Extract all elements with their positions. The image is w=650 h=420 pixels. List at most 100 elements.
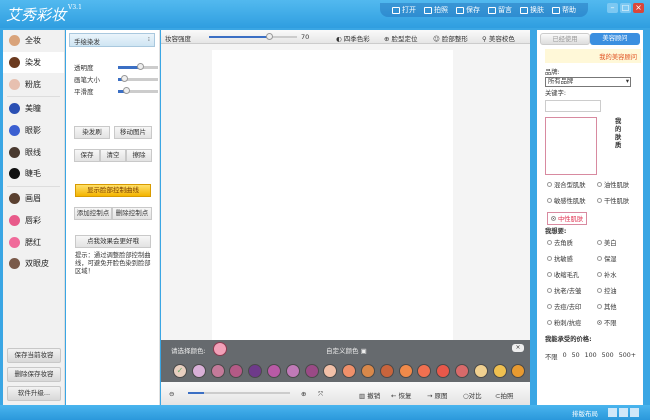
- fit-icon[interactable]: ⤧: [318, 390, 323, 399]
- zoom-in-icon[interactable]: ⊕: [301, 390, 306, 398]
- color-swatch[interactable]: [455, 364, 469, 378]
- nav-item[interactable]: 眼线: [3, 141, 64, 163]
- nav-button[interactable]: 删除保存妆容: [7, 367, 61, 382]
- move-image-button[interactable]: 移动图片: [114, 126, 152, 139]
- color-swatch[interactable]: [191, 364, 206, 378]
- nav-item[interactable]: 全妆: [3, 30, 64, 52]
- color-swatch[interactable]: [417, 364, 432, 378]
- color-swatch[interactable]: [210, 364, 225, 378]
- slider-handle[interactable]: [121, 75, 128, 82]
- color-swatch[interactable]: [492, 364, 507, 378]
- price-option[interactable]: 500+: [619, 352, 636, 361]
- brand-select[interactable]: 所有品牌 ▾: [545, 77, 631, 87]
- photo-button[interactable]: ⊂拍照: [495, 390, 513, 400]
- color-swatch[interactable]: [267, 364, 281, 378]
- skin-radio[interactable]: 中性肌肤: [547, 212, 588, 225]
- toolbar-open[interactable]: 打开: [392, 5, 416, 15]
- skin-radio[interactable]: 油性肌肤: [597, 180, 629, 189]
- hair-brush-button[interactable]: 染发刷: [74, 126, 110, 139]
- need-radio[interactable]: 去角质: [547, 238, 573, 247]
- need-radio[interactable]: 去痘/去印: [547, 302, 581, 311]
- color-swatch[interactable]: [285, 364, 300, 378]
- color-swatch[interactable]: [379, 364, 394, 378]
- layout-icon[interactable]: [630, 408, 639, 417]
- price-option[interactable]: 50: [572, 352, 580, 361]
- minimize-button[interactable]: –: [607, 3, 618, 13]
- nav-item[interactable]: 唇彩: [3, 210, 64, 232]
- custom-color-button[interactable]: 自定义颜色 ▣: [326, 345, 367, 355]
- delete-point-button[interactable]: 删除控制点: [112, 207, 152, 220]
- strength-slider[interactable]: [209, 33, 297, 40]
- need-radio[interactable]: 收缩毛孔: [547, 270, 579, 279]
- photo-canvas[interactable]: [212, 50, 453, 340]
- color-swatch[interactable]: [473, 364, 488, 378]
- zoom-slider[interactable]: [188, 392, 290, 394]
- nav-item[interactable]: 染发: [3, 51, 64, 74]
- color-swatch[interactable]: [342, 364, 357, 378]
- need-radio[interactable]: 其他: [597, 302, 617, 311]
- slider[interactable]: [118, 75, 158, 82]
- nav-item[interactable]: 美瞳: [3, 98, 64, 120]
- nav-button[interactable]: 软件升级...: [7, 386, 61, 401]
- zoom-out-icon[interactable]: ⊖: [169, 390, 174, 398]
- layout-icon[interactable]: [619, 408, 628, 417]
- color-swatch[interactable]: [229, 364, 244, 378]
- slider-handle[interactable]: [137, 63, 144, 70]
- nav-item[interactable]: 睫毛: [3, 163, 64, 185]
- need-radio[interactable]: 抗老/去皱: [547, 286, 581, 295]
- color-swatch[interactable]: [511, 364, 526, 378]
- click-effect-button[interactable]: 点我效果会更好哦: [75, 235, 151, 248]
- nav-item[interactable]: 画眉: [3, 188, 64, 210]
- toolbar-camera[interactable]: 拍照: [424, 5, 448, 15]
- save-button[interactable]: 保存: [74, 149, 100, 162]
- slider-handle[interactable]: [123, 87, 130, 94]
- layout-label[interactable]: 排版布局: [572, 408, 598, 418]
- color-swatch[interactable]: [436, 364, 451, 378]
- nav-item[interactable]: 眼影: [3, 120, 64, 142]
- price-option[interactable]: 100: [585, 352, 597, 361]
- toolbar-message[interactable]: 留言: [488, 5, 512, 15]
- slider[interactable]: [118, 87, 158, 94]
- price-option[interactable]: 0: [563, 352, 567, 361]
- compare-button[interactable]: ○对比: [463, 390, 482, 400]
- nav-item[interactable]: 粉底: [3, 73, 64, 95]
- price-option[interactable]: 不限: [545, 352, 558, 361]
- need-radio[interactable]: 保湿: [597, 254, 617, 263]
- layout-icon[interactable]: [608, 408, 617, 417]
- nav-button[interactable]: 保存当前妆容: [7, 348, 61, 363]
- color-swatch[interactable]: [304, 364, 319, 378]
- toolbar-help[interactable]: 帮助: [552, 5, 576, 15]
- show-face-curve-button[interactable]: 显示脸部控制曲线: [75, 184, 151, 197]
- original-button[interactable]: → 原图: [427, 390, 448, 400]
- color-correct-button[interactable]: ⚲ 美容校色: [482, 33, 515, 43]
- need-radio[interactable]: 不限: [597, 318, 617, 327]
- color-swatch[interactable]: [323, 364, 338, 378]
- nav-item[interactable]: 腮红: [3, 231, 64, 253]
- skin-radio[interactable]: 混合型肌肤: [547, 180, 585, 189]
- add-point-button[interactable]: 添加控制点: [74, 207, 112, 220]
- keyword-input[interactable]: [545, 100, 601, 112]
- face-shape-button[interactable]: ☺ 脸部整形: [433, 33, 468, 43]
- close-button[interactable]: ×: [633, 3, 644, 13]
- tab-advisor[interactable]: 美容顾问: [590, 33, 640, 45]
- redo-button[interactable]: ← 恢复: [391, 390, 412, 400]
- close-palette-button[interactable]: ×: [512, 344, 524, 352]
- color-swatch[interactable]: [248, 364, 263, 378]
- mode-select[interactable]: 手绘染发 ⁝: [69, 33, 155, 47]
- erase-button[interactable]: 擦除: [126, 149, 152, 162]
- color-swatch[interactable]: [361, 364, 375, 378]
- toolbar-save[interactable]: 保存: [456, 5, 480, 15]
- slider[interactable]: [118, 63, 158, 70]
- need-radio[interactable]: 补水: [597, 270, 617, 279]
- skin-radio[interactable]: 敏感性肌肤: [547, 196, 585, 205]
- face-position-button[interactable]: ⊕ 脸型定位: [384, 33, 418, 43]
- toolbar-skin[interactable]: 换肤: [520, 5, 544, 15]
- need-radio[interactable]: 粉刺/抗痘: [547, 318, 581, 327]
- clear-button[interactable]: 清空: [100, 149, 126, 162]
- price-option[interactable]: 500: [602, 352, 614, 361]
- need-radio[interactable]: 美白: [597, 238, 617, 247]
- color-swatch[interactable]: [398, 364, 413, 378]
- skin-radio[interactable]: 干性肌肤: [597, 196, 629, 205]
- color-swatch[interactable]: ✓: [173, 364, 187, 378]
- maximize-button[interactable]: □: [620, 3, 631, 13]
